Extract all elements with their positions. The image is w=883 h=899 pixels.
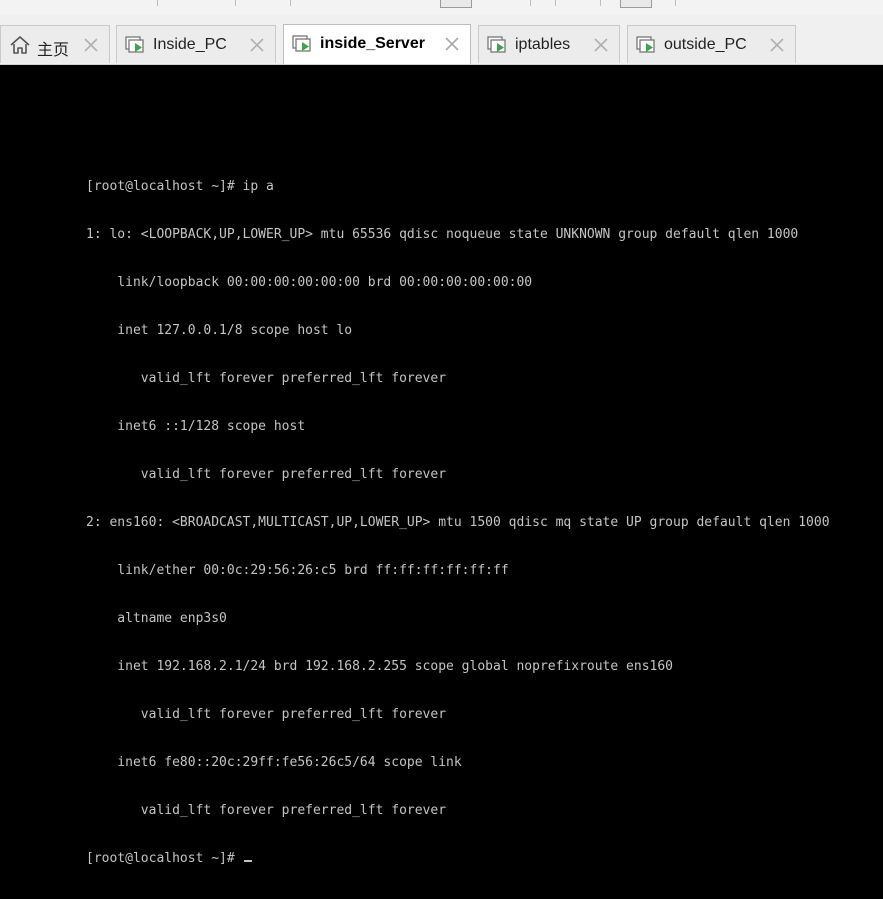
tab-inside-server[interactable]: inside_Server bbox=[283, 24, 471, 64]
vm-icon bbox=[487, 36, 506, 53]
shell-prompt: [root@localhost ~]# bbox=[86, 851, 243, 866]
terminal-line: 1: lo: <LOOPBACK,UP,LOWER_UP> mtu 65536 … bbox=[86, 227, 799, 242]
terminal-line: [root@localhost ~]# ip a bbox=[86, 179, 274, 194]
vm-icon bbox=[636, 36, 655, 53]
terminal-line: inet 127.0.0.1/8 scope host lo bbox=[86, 323, 353, 338]
tab-label: iptables bbox=[515, 36, 571, 53]
terminal-line: valid_lft forever preferred_lft forever bbox=[86, 803, 447, 818]
toolbar-separator bbox=[235, 0, 236, 6]
terminal-line: valid_lft forever preferred_lft forever bbox=[86, 707, 447, 722]
terminal-line: valid_lft forever preferred_lft forever bbox=[86, 371, 447, 386]
close-icon[interactable] bbox=[81, 35, 101, 55]
text-cursor bbox=[243, 860, 252, 862]
tab-label: inside_Server bbox=[320, 35, 425, 52]
tab-label: outside_PC bbox=[664, 36, 747, 53]
close-icon[interactable] bbox=[247, 35, 267, 55]
terminal-line: inet6 fe80::20c:29ff:fe56:26c5/64 scope … bbox=[86, 755, 462, 770]
vm-tab-bar: 主页 Inside_PC inside_Server iptables outs… bbox=[0, 15, 883, 65]
terminal-line: link/ether 00:0c:29:56:26:c5 brd ff:ff:f… bbox=[86, 563, 509, 578]
terminal-output: [root@localhost ~]# ip a 1: lo: <LOOPBAC… bbox=[86, 147, 830, 899]
terminal-line: valid_lft forever preferred_lft forever bbox=[86, 467, 447, 482]
terminal-line: inet 192.168.2.1/24 brd 192.168.2.255 sc… bbox=[86, 659, 673, 674]
toolbar-separator bbox=[675, 0, 676, 6]
top-toolbar-strip bbox=[0, 0, 883, 16]
terminal-line: inet6 ::1/128 scope host bbox=[86, 419, 306, 434]
close-icon[interactable] bbox=[591, 35, 611, 55]
home-icon bbox=[10, 36, 30, 54]
toolbar-separator bbox=[157, 0, 158, 6]
tab-home[interactable]: 主页 bbox=[0, 25, 110, 63]
close-icon[interactable] bbox=[767, 35, 787, 55]
terminal-prompt-line[interactable]: [root@localhost ~]# bbox=[86, 851, 830, 867]
toolbar-separator bbox=[530, 0, 531, 6]
tab-label: Inside_PC bbox=[153, 36, 227, 53]
vm-icon bbox=[292, 35, 311, 52]
tab-inside-pc[interactable]: Inside_PC bbox=[116, 25, 276, 63]
vm-icon bbox=[125, 36, 144, 53]
close-icon[interactable] bbox=[442, 34, 462, 54]
toolbar-separator bbox=[290, 0, 291, 6]
toolbar-separator bbox=[555, 0, 556, 6]
terminal-line: altname enp3s0 bbox=[86, 611, 227, 626]
tab-label: 主页 bbox=[37, 42, 70, 59]
toolbar-separator bbox=[600, 0, 601, 6]
terminal-line: link/loopback 00:00:00:00:00:00 brd 00:0… bbox=[86, 275, 533, 290]
tab-outside-pc[interactable]: outside_PC bbox=[627, 25, 796, 63]
tab-iptables[interactable]: iptables bbox=[478, 25, 620, 63]
toolbar-button[interactable] bbox=[440, 0, 472, 8]
terminal-line: 2: ens160: <BROADCAST,MULTICAST,UP,LOWER… bbox=[86, 515, 830, 530]
vm-console[interactable]: [root@localhost ~]# ip a 1: lo: <LOOPBAC… bbox=[0, 65, 883, 866]
toolbar-button[interactable] bbox=[620, 0, 652, 8]
